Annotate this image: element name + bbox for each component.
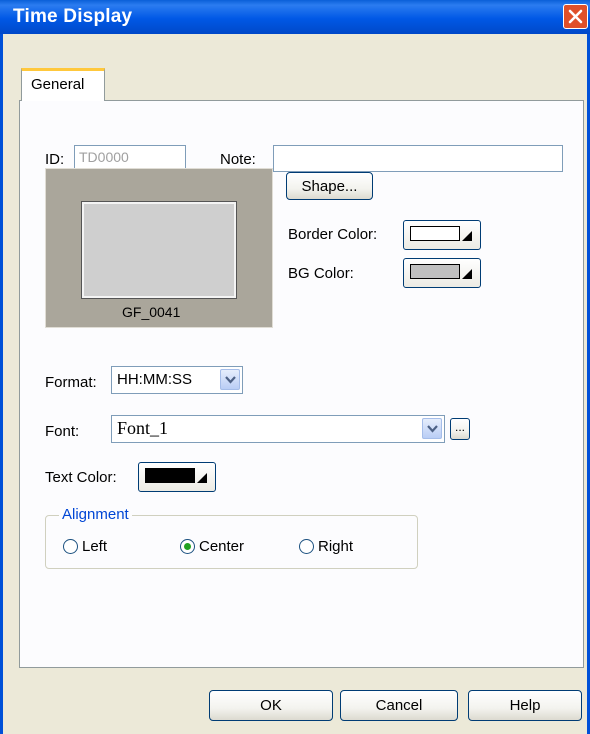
dropdown-triangle-icon — [462, 269, 472, 279]
font-browse-label: ... — [454, 420, 465, 434]
align-center-radio[interactable] — [180, 539, 195, 554]
id-value: TD0000 — [79, 149, 129, 165]
align-right-label: Right — [318, 538, 354, 555]
font-select[interactable]: Font_1 — [111, 415, 445, 443]
text-color-fill — [145, 468, 195, 483]
tab-general[interactable]: General — [21, 68, 105, 101]
shape-name: GF_0041 — [122, 304, 181, 320]
shape-button[interactable]: Shape... — [286, 172, 373, 200]
bg-color-picker[interactable] — [403, 258, 481, 288]
text-color-picker[interactable] — [138, 462, 216, 492]
help-button[interactable]: Help — [468, 690, 582, 721]
align-right-radio[interactable] — [299, 539, 314, 554]
cancel-button-label: Cancel — [375, 697, 423, 714]
chevron-down-icon — [427, 425, 438, 433]
dropdown-triangle-icon — [197, 473, 207, 483]
font-browse-button[interactable]: ... — [450, 418, 470, 440]
shape-preview: GF_0041 — [45, 168, 273, 328]
note-label: Note: — [220, 151, 256, 168]
id-label: ID: — [45, 151, 65, 168]
close-button[interactable] — [563, 4, 588, 29]
align-left-radio[interactable] — [63, 539, 78, 554]
format-label: Format: — [45, 374, 97, 391]
chevron-down-icon — [225, 376, 236, 384]
title-bar: Time Display — [0, 0, 590, 34]
ok-button[interactable]: OK — [209, 690, 333, 721]
tab-label: General — [31, 76, 85, 93]
text-color-label: Text Color: — [45, 469, 117, 486]
shape-button-label: Shape... — [301, 178, 358, 195]
close-icon — [568, 9, 583, 24]
dropdown-triangle-icon — [462, 231, 472, 241]
align-left-label: Left — [82, 538, 108, 555]
border-color-fill — [410, 226, 460, 241]
ok-button-label: OK — [260, 697, 282, 714]
window-title: Time Display — [13, 6, 133, 27]
preview-shape — [81, 201, 237, 299]
font-dropdown-button[interactable] — [422, 418, 442, 439]
radio-selected-dot — [184, 543, 191, 550]
note-field[interactable] — [273, 145, 563, 172]
font-value: Font_1 — [117, 418, 169, 438]
border-color-label: Border Color: — [288, 226, 378, 243]
border-color-picker[interactable] — [403, 220, 481, 250]
align-center-label: Center — [199, 538, 245, 555]
font-label: Font: — [45, 423, 80, 440]
help-button-label: Help — [509, 697, 541, 714]
alignment-legend: Alignment — [59, 506, 132, 523]
format-value: HH:MM:SS — [117, 371, 192, 388]
bg-color-label: BG Color: — [288, 265, 354, 282]
bg-color-fill — [410, 264, 460, 279]
format-select[interactable]: HH:MM:SS — [111, 366, 243, 394]
cancel-button[interactable]: Cancel — [340, 690, 458, 721]
format-dropdown-button[interactable] — [220, 369, 240, 390]
